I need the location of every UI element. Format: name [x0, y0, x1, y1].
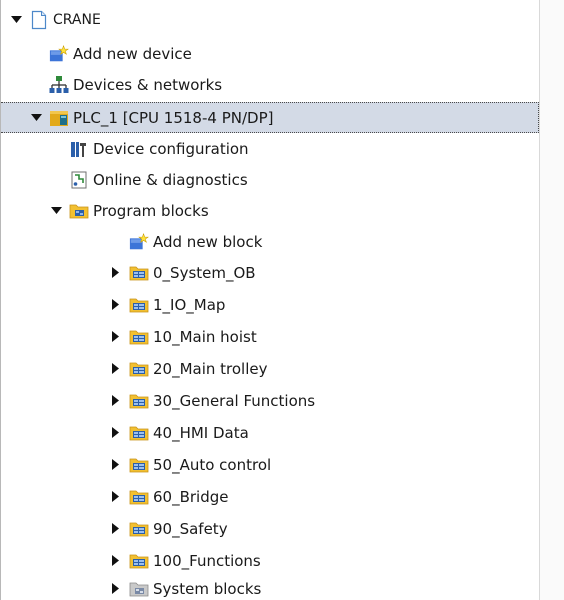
tree-item-group[interactable]: 0_System_OB: [1, 257, 539, 288]
tree-item-group[interactable]: 40_HMI Data: [1, 417, 539, 448]
block-group-folder-icon: [129, 455, 149, 475]
tree-item-label: 1_IO_Map: [153, 295, 226, 314]
tree-item-group[interactable]: 20_Main trolley: [1, 353, 539, 384]
tree-item-devices-networks[interactable]: Devices & networks: [1, 69, 539, 100]
device-configuration-icon: [69, 139, 89, 159]
block-group-folder-icon: [129, 295, 149, 315]
collapsed-arrow-icon[interactable]: [109, 522, 123, 536]
tree-item-group[interactable]: 100_Functions: [1, 545, 539, 576]
tree-item-add-new-device[interactable]: Add new device: [1, 38, 539, 69]
tree-side-column: [540, 0, 564, 600]
tree-item-label: Program blocks: [93, 201, 209, 220]
online-diagnostics-icon: [69, 170, 89, 190]
tree-item-label: Add new device: [73, 44, 192, 63]
add-new-star-icon: [129, 232, 149, 252]
block-group-folder-icon: [129, 263, 149, 283]
collapsed-arrow-icon[interactable]: [109, 554, 123, 568]
tree-item-label: 20_Main trolley: [153, 359, 268, 378]
tree-item-program-blocks[interactable]: Program blocks: [1, 195, 539, 226]
expanded-arrow-icon[interactable]: [29, 111, 43, 125]
tree-item-online-diagnostics[interactable]: Online & diagnostics: [1, 164, 539, 195]
collapsed-arrow-icon[interactable]: [109, 426, 123, 440]
tree-item-label: Add new block: [153, 232, 263, 251]
tree-item-group[interactable]: 10_Main hoist: [1, 321, 539, 352]
tree-item-project[interactable]: CRANE: [1, 4, 539, 35]
collapsed-arrow-icon[interactable]: [109, 330, 123, 344]
collapsed-arrow-icon[interactable]: [109, 362, 123, 376]
collapsed-arrow-icon[interactable]: [109, 490, 123, 504]
tree-item-group[interactable]: 1_IO_Map: [1, 289, 539, 320]
tree-item-group[interactable]: 50_Auto control: [1, 449, 539, 480]
tree-item-label: 10_Main hoist: [153, 327, 257, 346]
collapsed-arrow-icon[interactable]: [109, 266, 123, 280]
project-page-icon: [29, 10, 49, 30]
add-new-star-icon: [49, 44, 69, 64]
tree-item-label: CRANE: [53, 11, 101, 28]
plc-cpu-icon: [49, 108, 69, 128]
block-group-folder-icon: [129, 487, 149, 507]
tree-item-label: Online & diagnostics: [93, 170, 248, 189]
tree-item-label: Device configuration: [93, 139, 249, 158]
tree-item-group[interactable]: 90_Safety: [1, 513, 539, 544]
tree-item-label: PLC_1 [CPU 1518-4 PN/DP]: [73, 108, 274, 127]
block-group-folder-icon: [129, 551, 149, 571]
tree-item-label: 0_System_OB: [153, 263, 256, 282]
system-blocks-folder-icon: [129, 579, 149, 599]
tree-item-label: System blocks: [153, 579, 262, 598]
network-topology-icon: [49, 75, 69, 95]
expanded-arrow-icon[interactable]: [49, 204, 63, 218]
tree-item-label: 60_Bridge: [153, 487, 229, 506]
tree-item-group[interactable]: 60_Bridge: [1, 481, 539, 512]
tree-item-label: 40_HMI Data: [153, 423, 249, 442]
collapsed-arrow-icon[interactable]: [109, 394, 123, 408]
block-group-folder-icon: [129, 423, 149, 443]
block-group-folder-icon: [129, 327, 149, 347]
block-group-folder-icon: [129, 359, 149, 379]
tree-item-label: 30_General Functions: [153, 391, 316, 410]
program-blocks-folder-icon: [69, 201, 89, 221]
expanded-arrow-icon[interactable]: [9, 13, 23, 27]
block-group-folder-icon: [129, 519, 149, 539]
tree-item-label: 50_Auto control: [153, 455, 272, 474]
tree-item-plc[interactable]: PLC_1 [CPU 1518-4 PN/DP]: [1, 102, 539, 133]
tree-item-label: 100_Functions: [153, 551, 261, 570]
tree-item-add-new-block[interactable]: Add new block: [1, 226, 539, 257]
collapsed-arrow-icon[interactable]: [109, 458, 123, 472]
collapsed-arrow-icon[interactable]: [109, 298, 123, 312]
tree-item-group[interactable]: 30_General Functions: [1, 385, 539, 416]
tree-item-label: 90_Safety: [153, 519, 228, 538]
project-tree: CRANE Add new device Devices & networks …: [0, 0, 564, 600]
tree-item-device-configuration[interactable]: Device configuration: [1, 133, 539, 164]
block-group-folder-icon: [129, 391, 149, 411]
tree-item-label: Devices & networks: [73, 75, 223, 94]
tree-item-system-blocks[interactable]: System blocks: [1, 573, 539, 600]
collapsed-arrow-icon[interactable]: [109, 582, 123, 596]
